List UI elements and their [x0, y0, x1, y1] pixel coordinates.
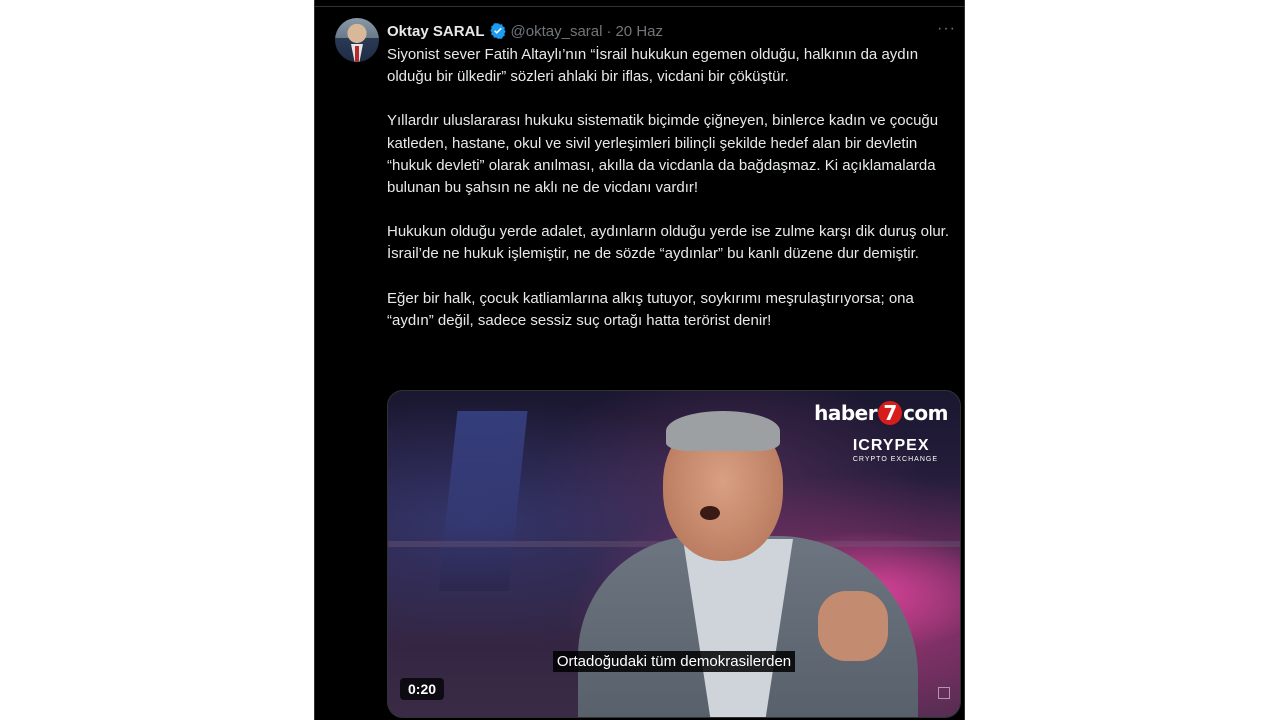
tweet-text: Siyonist sever Fatih Altaylı’nın “İsrail…: [387, 44, 959, 354]
haber7-logo: haber 7 com: [814, 401, 948, 425]
logo-text-left: haber: [814, 401, 878, 425]
divider: [315, 6, 964, 7]
avatar-tie: [355, 46, 359, 62]
video-subtitle: Ortadoğudaki tüm demokrasilerden: [388, 651, 960, 672]
avatar[interactable]: [335, 18, 379, 62]
video-player[interactable]: haber 7 com ICRYPEX CRYPTO EXCHANGE Ortado…: [387, 390, 961, 718]
tweet-date[interactable]: 20 Haz: [615, 23, 663, 40]
tweet-paragraph: Yıllardır uluslararası hukuku sistematik…: [387, 112, 939, 197]
stage-light: [438, 411, 528, 591]
tweet-paragraph: Hukukun olduğu yerde adalet, aydınların …: [387, 223, 949, 263]
tweet-panel: Oktay SARAL @oktay_saral · 20 Haz ··· Si…: [314, 0, 965, 720]
video-subtitle-text: Ortadoğudaki tüm demokrasilerden: [552, 651, 796, 672]
display-name[interactable]: Oktay SARAL: [387, 23, 485, 40]
tweet-paragraph: Siyonist sever Fatih Altaylı’nın “İsrail…: [387, 46, 919, 86]
video-duration-badge: 0:20: [400, 678, 445, 700]
logo-seven: 7: [878, 401, 903, 425]
speaker-mouth: [700, 506, 720, 520]
sponsor-logo: ICRYPEX CRYPTO EXCHANGE: [853, 437, 938, 463]
meta-separator: ·: [606, 22, 612, 40]
tweet-paragraph: Eğer bir halk, çocuk katliamlarına alkış…: [387, 289, 914, 329]
author-handle[interactable]: @oktay_saral: [511, 23, 603, 40]
sponsor-name: ICRYPEX: [852, 437, 930, 454]
logo-text-right: com: [903, 401, 948, 425]
tweet-header: Oktay SARAL @oktay_saral · 20 Haz: [387, 20, 663, 42]
fullscreen-icon[interactable]: [938, 687, 950, 699]
sponsor-subtitle: CRYPTO EXCHANGE: [852, 456, 938, 463]
more-options-icon[interactable]: ···: [937, 20, 956, 38]
verified-badge-icon: [489, 23, 506, 39]
speaker-hand: [818, 591, 888, 661]
speaker-hair: [666, 411, 780, 451]
